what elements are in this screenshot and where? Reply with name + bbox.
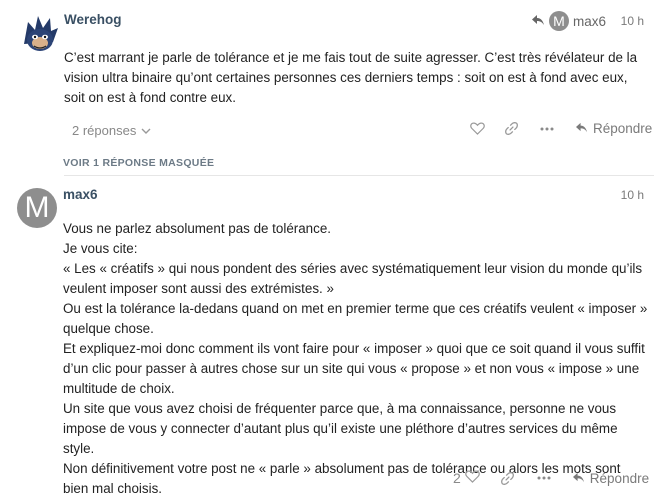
chevron-down-icon xyxy=(141,123,151,138)
like-count: 2 xyxy=(453,470,461,486)
reply-arrow-icon xyxy=(572,471,585,486)
replies-toggle-button[interactable]: 2 réponses xyxy=(72,123,151,138)
post-body-line: Vous ne parlez absolument pas de toléran… xyxy=(63,221,331,236)
reply-to-username: max6 xyxy=(573,13,607,29)
reply-button[interactable]: Répondre xyxy=(572,471,649,486)
post-body: Vous ne parlez absolument pas de toléran… xyxy=(63,219,648,499)
show-hidden-reply-link[interactable]: VOIR 1 RÉPONSE MASQUÉE xyxy=(63,157,214,169)
avatar-werehog[interactable] xyxy=(20,14,60,54)
post-werehog: Werehog M max6 10 h C’est marrant je par… xyxy=(0,0,664,165)
link-icon[interactable] xyxy=(500,471,516,486)
post-body-line: Je vous cite: xyxy=(63,241,138,256)
post-actions: Répondre xyxy=(469,121,652,136)
post-time[interactable]: 10 h xyxy=(621,188,644,202)
reply-label: Répondre xyxy=(593,121,653,136)
reply-label: Répondre xyxy=(589,470,650,486)
post-username[interactable]: Werehog xyxy=(64,12,122,27)
reply-arrow-icon xyxy=(575,121,588,136)
post-body-line: Un site que vous avez choisi de fréquent… xyxy=(63,401,618,456)
link-icon[interactable] xyxy=(503,121,519,136)
post-body-line: Ou est la tolérance la-dedans quand on m… xyxy=(63,301,648,336)
like-button[interactable]: 2 xyxy=(453,470,480,486)
post-body: C’est marrant je parle de tolérance et j… xyxy=(64,50,638,105)
post-username[interactable]: max6 xyxy=(63,187,98,202)
more-icon[interactable] xyxy=(539,127,555,131)
replies-count-label: 2 réponses xyxy=(72,123,137,138)
more-icon[interactable] xyxy=(536,476,552,480)
post-body-line: Et expliquez-moi donc comment ils vont f… xyxy=(63,341,645,396)
post-actions: 2 Répondre xyxy=(453,470,649,486)
heart-icon xyxy=(464,470,480,486)
post-time[interactable]: 10 h xyxy=(621,14,644,28)
heart-icon[interactable] xyxy=(469,122,485,135)
avatar-max6[interactable]: M xyxy=(17,188,57,228)
reply-arrow-icon xyxy=(531,14,545,29)
post-max6: M max6 10 h Vous ne parlez absolument pa… xyxy=(0,176,664,500)
reply-button[interactable]: Répondre xyxy=(575,121,652,136)
reply-to-indicator[interactable]: M max6 xyxy=(531,11,606,31)
reply-to-avatar: M xyxy=(549,11,569,31)
post-body-line: « Les « créatifs » qui nous pondent des … xyxy=(63,261,643,296)
